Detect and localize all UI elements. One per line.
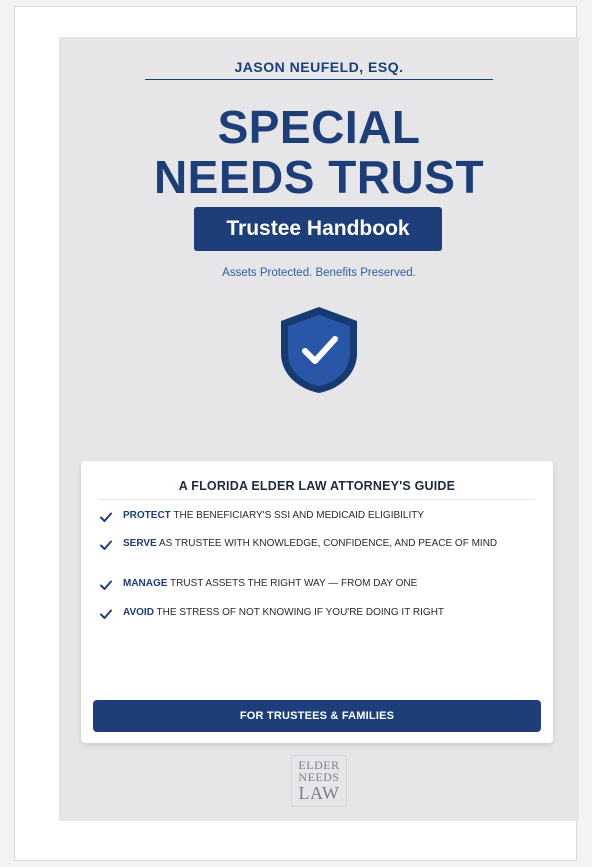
bullet-text: MANAGE TRUST ASSETS THE RIGHT WAY — FROM… <box>123 577 417 590</box>
publisher-logo: ELDER NEEDS LAW <box>291 755 347 807</box>
card-heading: A FLORIDA ELDER LAW ATTORNEY'S GUIDE <box>178 479 456 493</box>
bullet-body: THE BENEFICIARY'S SSI AND MEDICAID ELIGI… <box>170 510 425 521</box>
bullet-text: AVOID THE STRESS OF NOT KNOWING IF YOU'R… <box>123 606 444 619</box>
book-title-line-1: SPECIAL <box>217 101 421 153</box>
author-divider <box>145 79 493 80</box>
bullet-lead: PROTECT <box>123 510 171 521</box>
logo-border <box>291 755 347 807</box>
bullet-text: SERVE AS TRUSTEE WITH KNOWLEDGE, CONFIDE… <box>123 537 497 550</box>
bullet-lead: AVOID <box>123 607 154 618</box>
bullet-item: PROTECT THE BENEFICIARY'S SSI AND MEDICA… <box>99 509 535 524</box>
author-name: JASON NEUFELD, ESQ. <box>234 59 404 75</box>
check-icon <box>100 512 112 522</box>
guide-card: A FLORIDA ELDER LAW ATTORNEY'S GUIDE PRO… <box>81 461 553 743</box>
check-icon <box>100 609 112 619</box>
book-cover: JASON NEUFELD, ESQ. SPECIAL NEEDS TRUST … <box>59 37 579 821</box>
bullet-item: AVOID THE STRESS OF NOT KNOWING IF YOU'R… <box>99 606 535 621</box>
page-frame: JASON NEUFELD, ESQ. SPECIAL NEEDS TRUST … <box>14 6 579 861</box>
bullet-body: AS TRUSTEE WITH KNOWLEDGE, CONFIDENCE, A… <box>156 538 498 549</box>
bullet-text: PROTECT THE BENEFICIARY'S SSI AND MEDICA… <box>123 509 424 522</box>
bullet-body: THE STRESS OF NOT KNOWING IF YOU'RE DOIN… <box>153 607 445 618</box>
audience-label: FOR TRUSTEES & FAMILIES <box>239 710 395 722</box>
bullet-item: SERVE AS TRUSTEE WITH KNOWLEDGE, CONFIDE… <box>99 537 535 552</box>
bullet-lead: MANAGE <box>123 578 168 589</box>
bullet-body: TRUST ASSETS THE RIGHT WAY — FROM DAY ON… <box>167 578 418 589</box>
bullet-item: MANAGE TRUST ASSETS THE RIGHT WAY — FROM… <box>99 577 535 592</box>
shield-check-icon <box>281 307 357 393</box>
subtitle-text: Trustee Handbook <box>226 217 410 240</box>
subtitle-banner: Trustee Handbook <box>194 207 442 251</box>
check-icon <box>100 580 112 590</box>
book-title-line-2: NEEDS TRUST <box>153 151 485 203</box>
audience-banner: FOR TRUSTEES & FAMILIES <box>93 700 541 732</box>
check-icon <box>100 540 112 550</box>
bullet-lead: SERVE <box>123 538 157 549</box>
tagline: Assets Protected. Benefits Preserved. <box>222 267 416 279</box>
card-divider <box>99 499 535 500</box>
